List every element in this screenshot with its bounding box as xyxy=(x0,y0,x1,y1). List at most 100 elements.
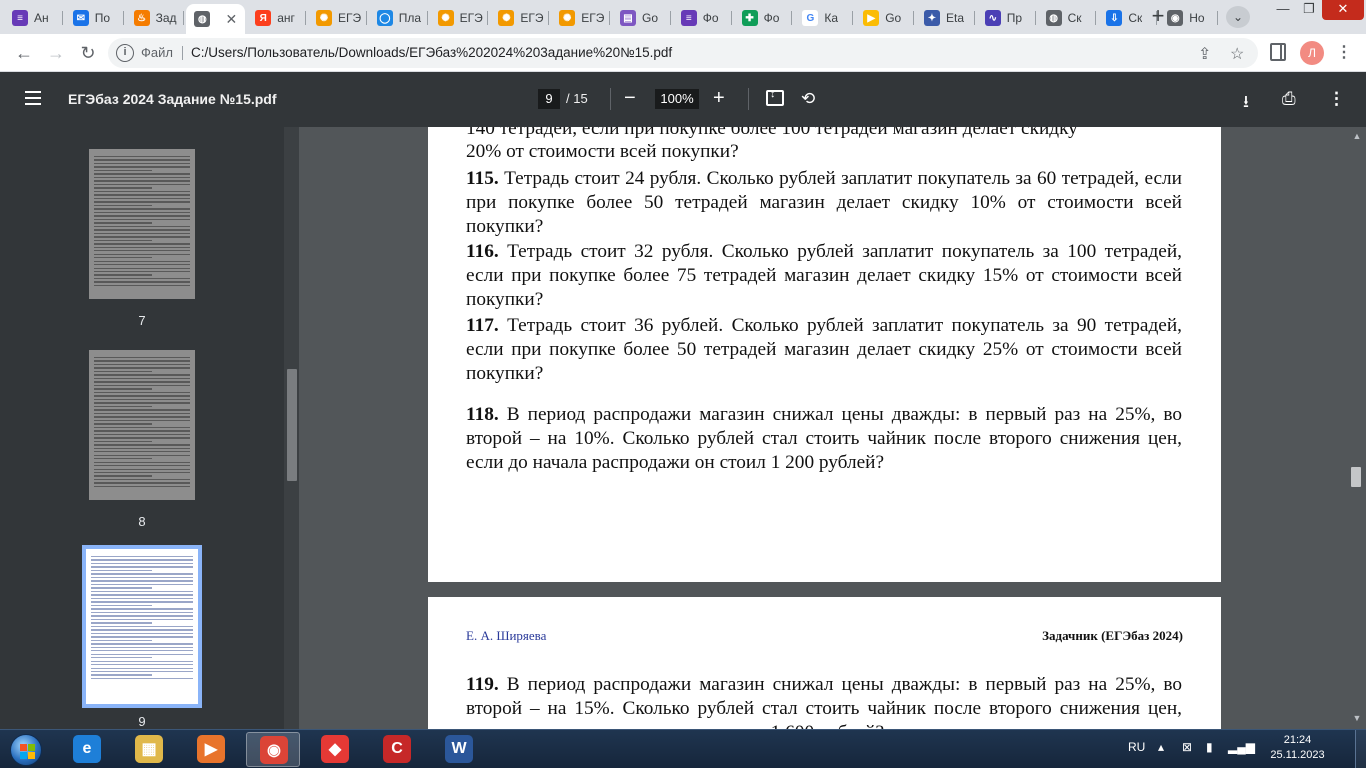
problem-item: 116. Тетрадь стоит 32 рубля. Сколько руб… xyxy=(466,240,1182,312)
tab-title: ЕГЭ xyxy=(338,11,362,25)
zoom-in-button[interactable]: + xyxy=(713,88,725,108)
language-indicator[interactable]: RU xyxy=(1128,740,1145,754)
back-button[interactable]: ← xyxy=(12,41,36,65)
scroll-up-icon[interactable]: ▲ xyxy=(1351,131,1363,143)
page-thumbnail[interactable] xyxy=(89,350,195,500)
browser-tab[interactable]: ✉ По xyxy=(65,4,124,32)
problem-text: Тетрадь стоит 24 рубля. Сколько рублей з… xyxy=(466,168,1182,237)
tab-title: Ск xyxy=(1128,11,1143,25)
minimize-button[interactable]: — xyxy=(1270,0,1296,20)
page-thumbnail[interactable] xyxy=(86,549,198,704)
system-clock[interactable]: 21:24 25.11.2023 xyxy=(1250,733,1345,763)
side-panel-icon[interactable] xyxy=(1270,43,1286,61)
battery-icon[interactable]: ▮ xyxy=(1206,740,1213,754)
download-icon[interactable]: ⭳ xyxy=(1243,89,1249,118)
tab-title: ЕГЭ xyxy=(459,11,483,25)
taskbar-app-anydesk[interactable]: ◆ xyxy=(308,732,362,767)
address-bar[interactable]: i Файл C:/Users/Пользователь/Downloads/Е… xyxy=(108,38,1258,68)
restore-button[interactable]: ❐ xyxy=(1296,0,1322,20)
network-icon[interactable]: ⊠ xyxy=(1182,740,1192,754)
mail-icon: ✉ xyxy=(72,10,89,26)
problem-item: 117. Тетрадь стоит 36 рублей. Сколько ру… xyxy=(466,314,1182,386)
pdf-toolbar: ЕГЭбаз 2024 Задание №15.pdf 9 / 15 − 100… xyxy=(0,72,1366,127)
browser-tab[interactable]: ▶ Go xyxy=(855,4,914,32)
browser-tab[interactable]: ◯ Пла xyxy=(369,4,428,32)
show-desktop-button[interactable] xyxy=(1355,730,1366,768)
rotate-icon[interactable]: ⟲ xyxy=(801,89,815,109)
address-url[interactable]: C:/Users/Пользователь/Downloads/ЕГЭбаз%2… xyxy=(191,45,672,60)
document-viewport[interactable]: 140 тетрадей, если при покупке более 100… xyxy=(299,127,1366,729)
address-scheme-label: Файл xyxy=(141,45,173,60)
forms-icon: ≡ xyxy=(680,10,697,26)
page-total: / 15 xyxy=(566,91,588,106)
taskbar-app-ie[interactable]: e xyxy=(60,732,114,767)
taskbar-app-ccleaner[interactable]: C xyxy=(370,732,424,767)
browser-tab[interactable]: ✺ ЕГЭ xyxy=(308,4,367,32)
forward-button[interactable]: → xyxy=(44,41,68,65)
google-icon: G xyxy=(802,10,819,26)
problem-number: 116. xyxy=(466,241,499,262)
taskbar-app-media[interactable]: ▶ xyxy=(184,732,238,767)
tray-expand-icon[interactable]: ▴ xyxy=(1158,740,1164,754)
zoom-level-input[interactable]: 100% xyxy=(655,89,699,109)
page-thumbnail-selected[interactable] xyxy=(82,545,202,708)
new-tab-button[interactable]: + xyxy=(1144,5,1172,29)
start-button[interactable] xyxy=(4,731,48,768)
browser-tab[interactable]: ≡ Ан xyxy=(4,4,63,32)
sidebar-scroll-thumb[interactable] xyxy=(287,369,297,481)
chrome-menu-icon[interactable]: ⋮ xyxy=(1336,42,1352,62)
browser-tab[interactable]: Яанг xyxy=(247,4,306,32)
page-thumbnail[interactable] xyxy=(89,149,195,299)
close-window-button[interactable]: ✕ xyxy=(1322,0,1364,20)
problem-text: В период распродажи магазин снижал цены … xyxy=(466,404,1183,473)
sun-icon: ✺ xyxy=(316,10,332,26)
problem-item: 115. Тетрадь стоит 24 рубля. Сколько руб… xyxy=(466,167,1182,239)
reload-button[interactable]: ↻ xyxy=(76,41,100,65)
browser-tab[interactable]: ✦ Eta xyxy=(916,4,975,32)
problem-text: Тетрадь стоит 32 рубля. Сколько рублей з… xyxy=(466,241,1182,310)
chrome-icon: ◉ xyxy=(260,736,288,764)
taskbar-app-chrome[interactable]: ◉ xyxy=(246,732,300,767)
sun-icon: ✺ xyxy=(498,10,515,26)
browser-tab[interactable]: ∿ Пр xyxy=(977,4,1036,32)
browser-tab[interactable]: G Ка xyxy=(794,4,854,32)
profile-avatar[interactable]: Л xyxy=(1300,41,1324,65)
browser-tab[interactable]: ✺ ЕГЭ xyxy=(490,4,550,32)
tab-title: Пр xyxy=(1006,11,1023,25)
browser-tab[interactable]: ♨ Зад xyxy=(126,4,185,32)
site-info-icon[interactable]: i xyxy=(116,44,134,62)
browser-tab[interactable]: ≡ Фо xyxy=(673,4,732,32)
tab-title: ЕГЭ xyxy=(581,11,605,25)
toolbar-divider xyxy=(748,88,749,110)
thumbnail-label: 8 xyxy=(138,514,146,529)
document-scroll-thumb[interactable] xyxy=(1351,467,1361,487)
menu-icon[interactable] xyxy=(25,91,41,105)
tab-title: Фо xyxy=(702,11,719,25)
browser-tab[interactable]: ◍ Ск xyxy=(1038,4,1097,32)
download-icon: ⇩ xyxy=(1106,10,1123,26)
print-icon[interactable]: ⎙ xyxy=(1282,89,1296,109)
taskbar-app-explorer[interactable]: ▦ xyxy=(122,732,176,767)
scroll-down-icon[interactable]: ▼ xyxy=(1351,713,1363,725)
close-tab-icon[interactable]: ✕ xyxy=(225,11,237,28)
pdf-page: 140 тетрадей, если при покупке более 100… xyxy=(428,127,1221,582)
taskbar-app-word[interactable]: W xyxy=(432,732,486,767)
share-icon[interactable]: ⇪ xyxy=(1198,44,1211,64)
sun-icon: ✺ xyxy=(437,10,454,26)
partial-line: 140 тетрадей, если при покупке более 100… xyxy=(466,127,1078,139)
problem-number: 119. xyxy=(466,674,499,695)
browser-tab[interactable]: ✚ Фо xyxy=(734,4,793,32)
ie-icon: e xyxy=(73,735,101,763)
problem-number: 117. xyxy=(466,315,499,336)
page-number-input[interactable]: 9 xyxy=(538,89,560,109)
more-actions-icon[interactable]: ⋮ xyxy=(1328,89,1345,109)
bookmark-star-icon[interactable]: ☆ xyxy=(1230,44,1244,64)
browser-tab[interactable]: ✺ ЕГЭ xyxy=(551,4,610,32)
browser-tab-strip: ≡ Ан ✉ По ♨ Зад ◍ ✕ Яанг ✺ ЕГЭ ◯ Пла ✺ ЕГЭ ✺ ЕГЭ ✺ ЕГЭ ▤ Go ≡… xyxy=(0,0,1366,34)
zoom-out-button[interactable]: − xyxy=(624,88,636,108)
tab-search-button[interactable]: ⌄ xyxy=(1226,6,1250,28)
browser-tab[interactable]: ◍ ✕ xyxy=(186,4,246,34)
fit-to-page-icon[interactable] xyxy=(766,88,784,106)
browser-tab[interactable]: ✺ ЕГЭ xyxy=(430,4,489,32)
browser-tab[interactable]: ▤ Go xyxy=(612,4,671,32)
